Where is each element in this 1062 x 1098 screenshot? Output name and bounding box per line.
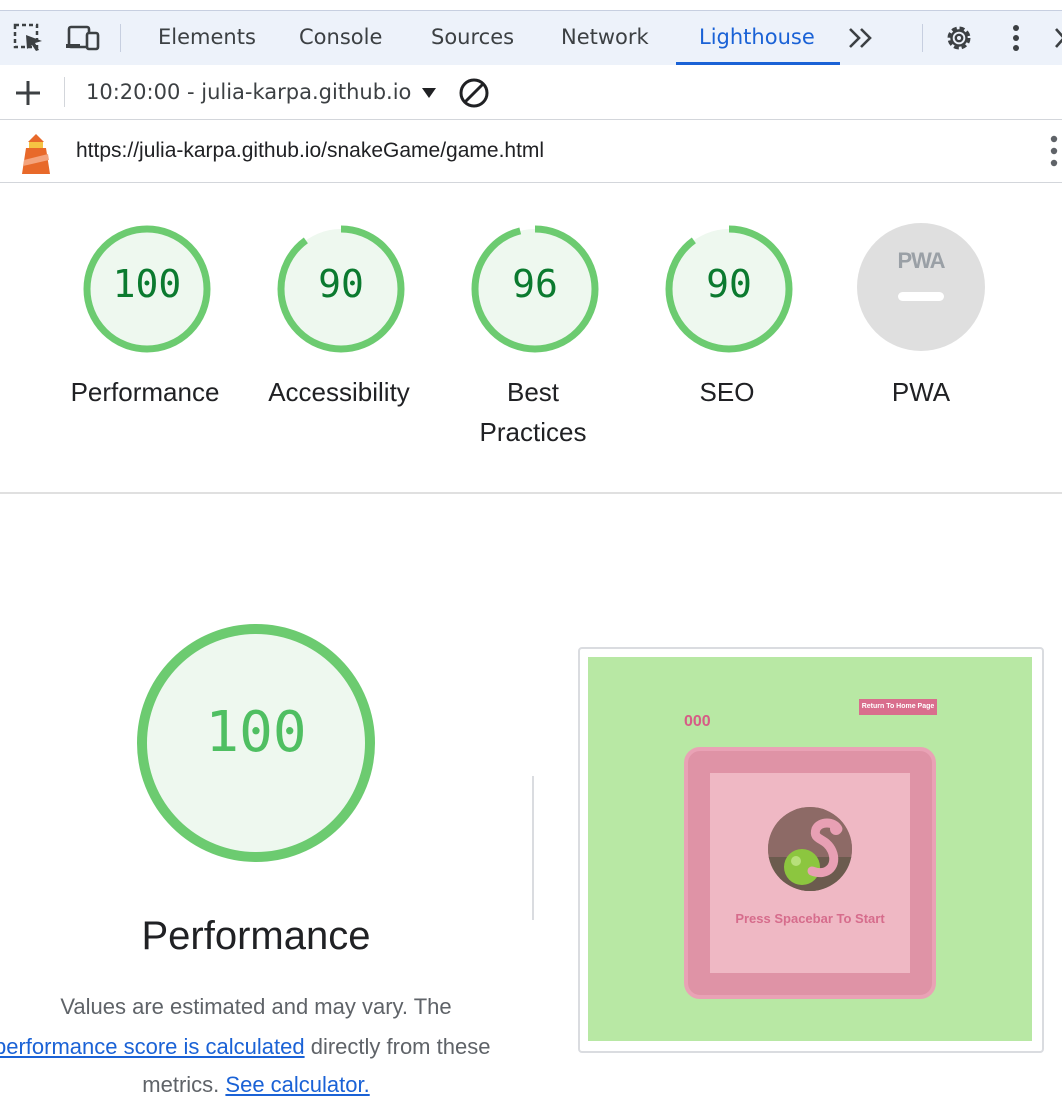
tab-sources[interactable]: Sources (431, 25, 514, 49)
performance-score-calculated-link[interactable]: performance score is calculated (0, 1034, 305, 1059)
performance-description-line2: performance score is calculated directly… (0, 1034, 534, 1060)
game-board: Press Spacebar To Start (684, 747, 936, 999)
gauge-accessibility[interactable]: 90 (274, 222, 408, 356)
inspect-element-icon[interactable] (12, 21, 46, 55)
clear-block-icon[interactable] (457, 76, 491, 115)
press-spacebar-text: Press Spacebar To Start (735, 911, 885, 926)
gauge-label-best-practices: Best Practices (479, 377, 587, 447)
section-divider (0, 492, 1062, 494)
tab-console[interactable]: Console (299, 25, 382, 49)
tab-network[interactable]: Network (561, 25, 649, 49)
audited-url-bar: https://julia-karpa.github.io/snakeGame/… (0, 120, 1062, 183)
gauge-performance[interactable]: 100 (80, 222, 214, 356)
tab-elements[interactable]: Elements (158, 25, 256, 49)
audited-url[interactable]: https://julia-karpa.github.io/snakeGame/… (76, 139, 544, 163)
pwa-badge[interactable]: PWA (856, 222, 986, 352)
report-selector[interactable]: 10:20:00 - julia-karpa.github.io (86, 80, 438, 105)
gauge-score-performance: 100 (112, 262, 182, 306)
game-score-text: 000 (684, 713, 711, 730)
gauge-label-pwa: PWA (891, 377, 951, 407)
return-home-button: Return To Home Page (859, 699, 937, 715)
game-board-inner: Press Spacebar To Start (710, 773, 910, 973)
gauge-score-seo: 90 (706, 262, 752, 306)
dropdown-arrow-icon (420, 81, 438, 105)
tab-lighthouse[interactable]: Lighthouse (699, 25, 815, 49)
toolbar-separator (64, 77, 65, 107)
gauge-seo[interactable]: 90 (662, 222, 796, 356)
more-vertical-icon[interactable] (1000, 21, 1034, 55)
close-icon[interactable] (1048, 21, 1062, 55)
performance-description-metrics: metrics. (142, 1072, 226, 1097)
gear-icon[interactable] (942, 21, 976, 55)
performance-description-rest: directly from these (304, 1034, 491, 1059)
lighthouse-toolbar: 10:20:00 - julia-karpa.github.io (0, 65, 1062, 120)
final-screenshot-thumbnail[interactable]: 000 Return To Home Page Press Spacebar T… (578, 647, 1044, 1053)
tab-bar-separator (922, 24, 923, 52)
vertical-separator (532, 776, 534, 920)
page-screenshot: 000 Return To Home Page Press Spacebar T… (588, 657, 1032, 1041)
chevron-double-right-icon[interactable] (846, 21, 880, 55)
report-selector-label: 10:20:00 - julia-karpa.github.io (86, 80, 412, 104)
pwa-badge-label: PWA (897, 248, 945, 273)
performance-title: Performance (141, 914, 371, 958)
lighthouse-logo-icon (18, 126, 54, 181)
gauge-best-practices[interactable]: 96 (468, 222, 602, 356)
more-vertical-icon[interactable] (1046, 134, 1062, 173)
gauge-label-seo: SEO (699, 377, 755, 407)
plus-icon[interactable] (12, 77, 44, 114)
gauge-label-performance: Performance (70, 377, 220, 407)
performance-description-line3: metrics. See calculator. (0, 1072, 512, 1098)
device-toolbar-icon[interactable] (66, 21, 100, 55)
tab-bar-separator (120, 24, 121, 52)
gauge-label-accessibility: Accessibility (268, 377, 410, 407)
gauge-score-accessibility: 90 (318, 262, 364, 306)
pwa-badge-icon (857, 223, 985, 351)
gauge-score-best-practices: 96 (512, 262, 558, 306)
performance-description-line1: Values are estimated and may vary. The (60, 994, 452, 1019)
performance-big-score: 100 (205, 700, 307, 765)
devtools-tab-bar: Elements Console Sources Network Lightho… (0, 10, 1062, 66)
snake-apple-image (768, 807, 852, 891)
see-calculator-link[interactable]: See calculator. (225, 1072, 369, 1097)
